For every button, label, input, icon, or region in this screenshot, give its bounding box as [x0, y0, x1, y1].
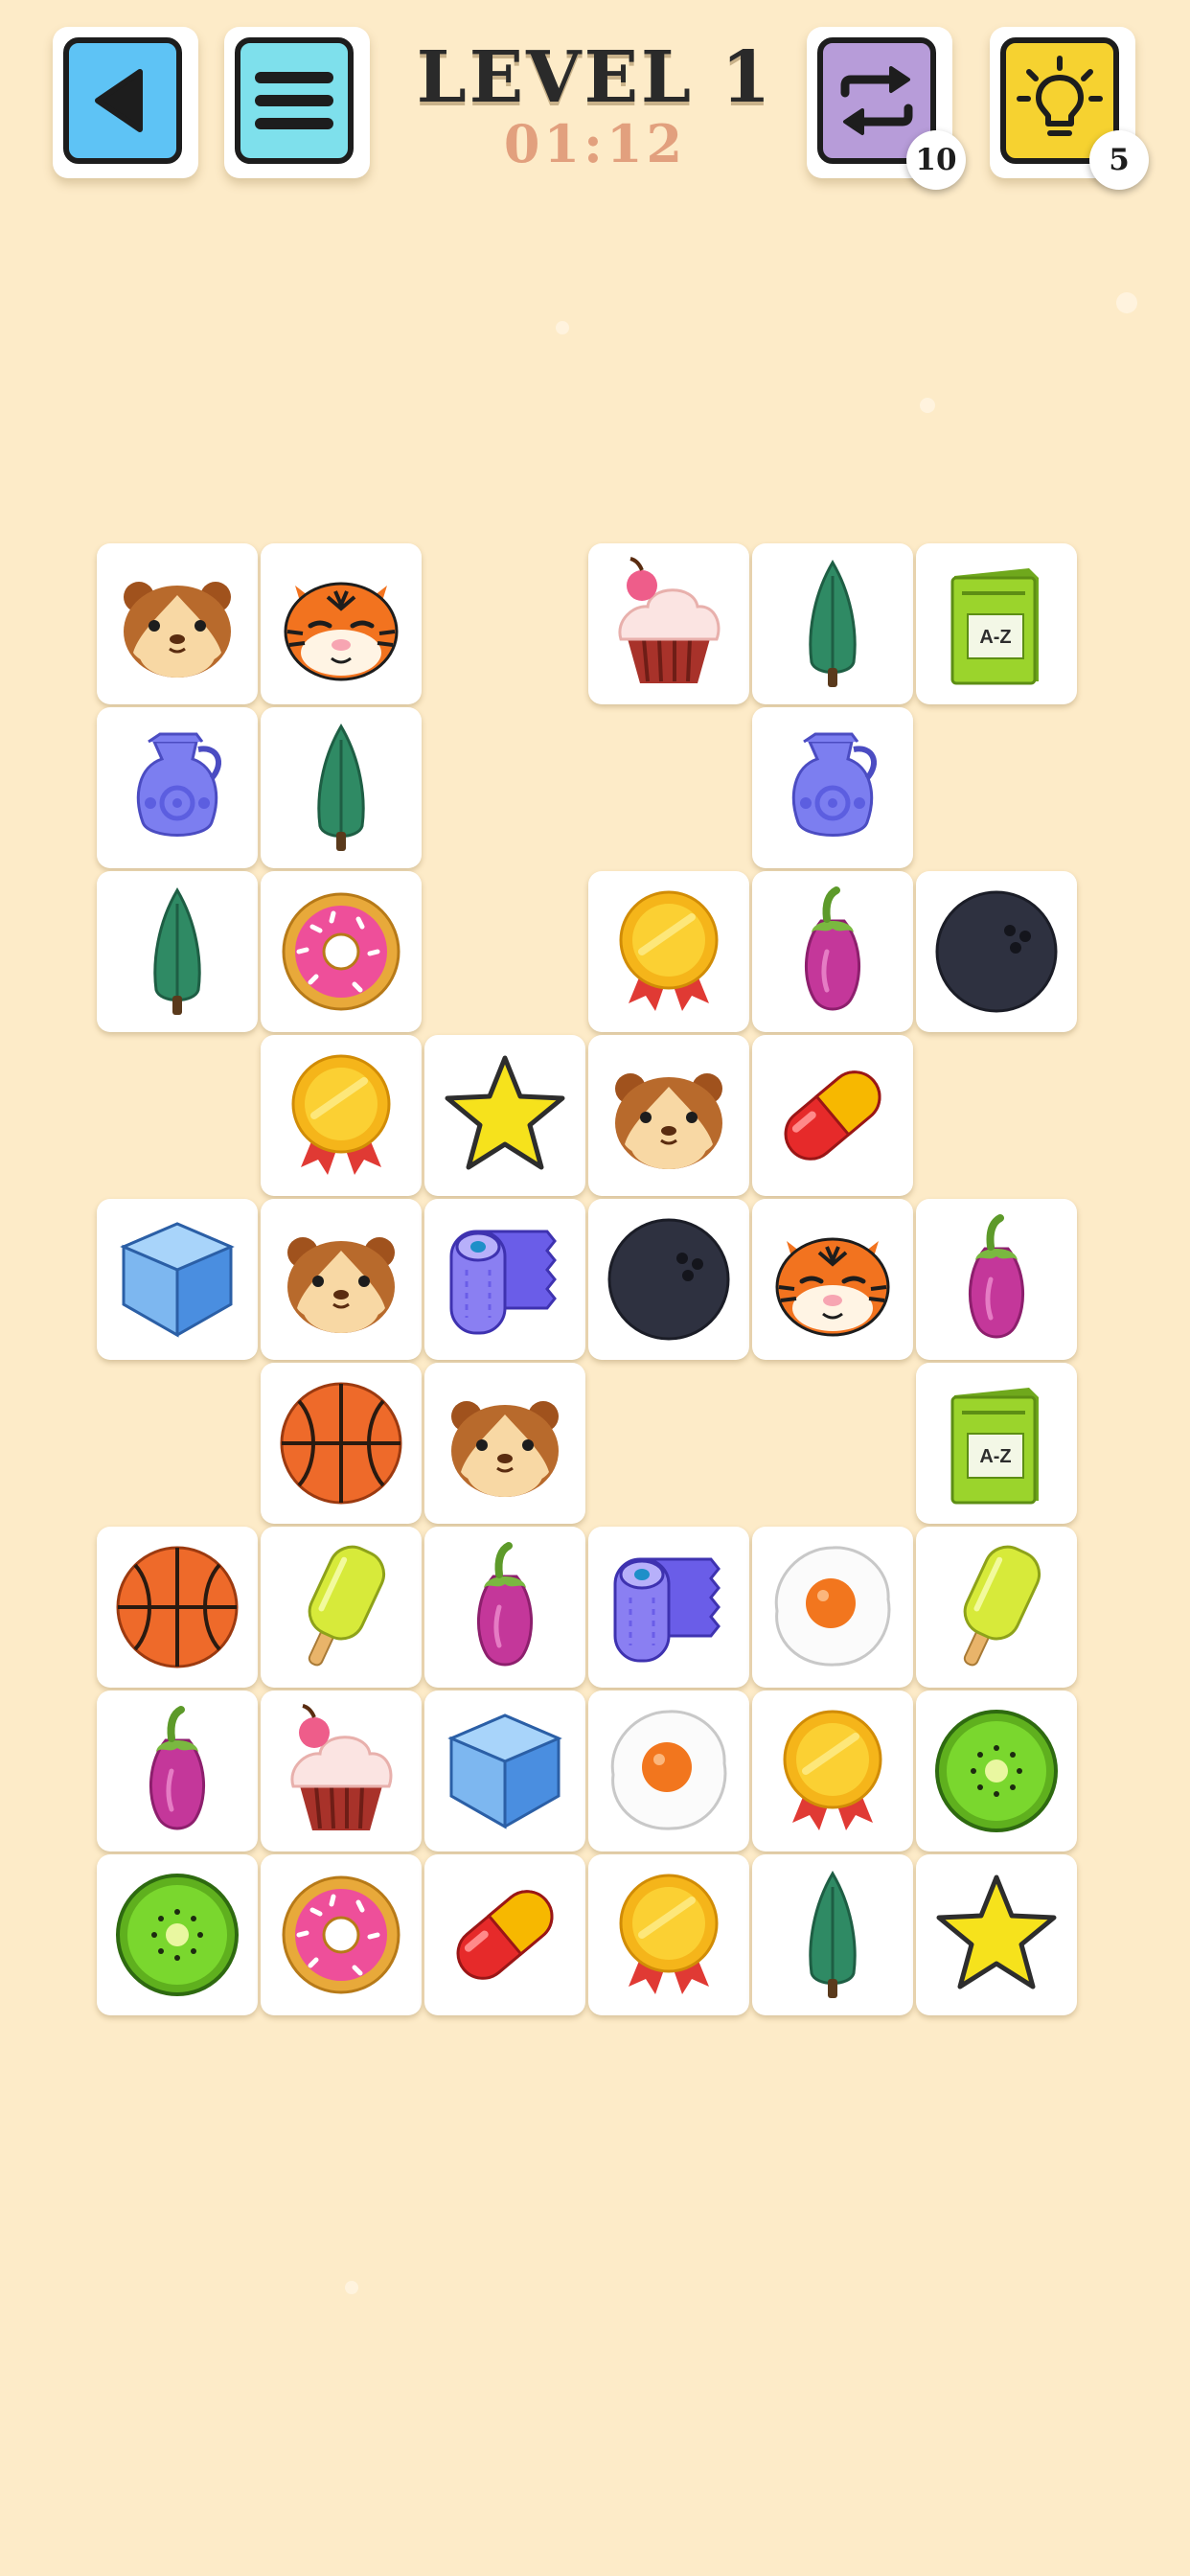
tile-cypress-tree[interactable] — [752, 1854, 913, 2015]
tile-medal[interactable] — [752, 1690, 913, 1852]
fried-egg-icon — [610, 1710, 727, 1830]
hamster-icon — [615, 1073, 722, 1169]
toilet-paper-icon — [449, 1230, 557, 1335]
tiger-icon — [284, 582, 399, 681]
tile-eggplant[interactable] — [97, 1690, 258, 1852]
tile-jug[interactable] — [97, 707, 258, 868]
pill-icon — [456, 1890, 554, 1980]
svg-text:A-Z: A-Z — [979, 627, 1011, 648]
popsicle-icon — [963, 1545, 1041, 1667]
tile-board: A-Z A-Z — [0, 0, 1190, 2576]
tile-hamster[interactable] — [97, 543, 258, 704]
tile-ice-cube[interactable] — [424, 1690, 585, 1852]
tile-bowling-ball[interactable] — [588, 1199, 749, 1360]
donut-icon — [282, 892, 400, 1011]
eggplant-icon — [149, 1706, 206, 1830]
tiger-icon — [775, 1237, 890, 1337]
eggplant-icon — [968, 1214, 1025, 1339]
medal-icon — [619, 1874, 719, 1994]
tile-pill[interactable] — [752, 1035, 913, 1196]
hamster-icon — [287, 1237, 395, 1333]
eggplant-icon — [476, 1542, 534, 1667]
ice-cube-icon — [447, 1714, 562, 1829]
tile-dictionary-book[interactable]: A-Z — [916, 543, 1077, 704]
star-icon — [936, 1874, 1057, 1990]
popsicle-icon — [308, 1545, 386, 1667]
hamster-icon — [124, 582, 231, 678]
tile-pill[interactable] — [424, 1854, 585, 2015]
kiwi-icon — [935, 1710, 1058, 1832]
donut-icon — [282, 1875, 400, 1994]
jug-icon — [136, 732, 221, 837]
tile-toilet-paper[interactable] — [424, 1199, 585, 1360]
cypress-tree-icon — [153, 887, 201, 1015]
tile-tiger[interactable] — [752, 1199, 913, 1360]
tile-popsicle[interactable] — [916, 1527, 1077, 1688]
tile-popsicle[interactable] — [261, 1527, 422, 1688]
tile-fried-egg[interactable] — [752, 1527, 913, 1688]
eggplant-icon — [804, 886, 861, 1011]
tile-star[interactable] — [916, 1854, 1077, 2015]
tile-kiwi[interactable] — [97, 1854, 258, 2015]
tile-cupcake[interactable] — [261, 1690, 422, 1852]
tile-tiger[interactable] — [261, 543, 422, 704]
tile-eggplant[interactable] — [424, 1527, 585, 1688]
medal-icon — [619, 890, 719, 1011]
medal-icon — [291, 1054, 391, 1175]
bowling-ball-icon — [935, 890, 1058, 1013]
tile-star[interactable] — [424, 1035, 585, 1196]
tile-medal[interactable] — [588, 1854, 749, 2015]
svg-text:A-Z: A-Z — [979, 1446, 1011, 1467]
kiwi-icon — [116, 1874, 239, 1996]
tile-fried-egg[interactable] — [588, 1690, 749, 1852]
tile-eggplant[interactable] — [752, 871, 913, 1032]
medal-icon — [783, 1710, 882, 1830]
tile-cypress-tree[interactable] — [261, 707, 422, 868]
tile-jug[interactable] — [752, 707, 913, 868]
cypress-tree-icon — [809, 1871, 857, 1998]
tile-basketball[interactable] — [97, 1527, 258, 1688]
ice-cube-icon — [120, 1222, 235, 1338]
star-icon — [445, 1055, 565, 1170]
tile-eggplant[interactable] — [916, 1199, 1077, 1360]
tile-ice-cube[interactable] — [97, 1199, 258, 1360]
toilet-paper-icon — [613, 1557, 721, 1663]
tile-basketball[interactable] — [261, 1363, 422, 1524]
cypress-tree-icon — [317, 724, 365, 851]
basketball-icon — [280, 1382, 402, 1505]
fried-egg-icon — [774, 1546, 891, 1667]
cupcake-icon — [618, 557, 721, 683]
tile-donut[interactable] — [261, 871, 422, 1032]
tile-hamster[interactable] — [261, 1199, 422, 1360]
dictionary-book-icon: A-Z — [950, 568, 1039, 685]
tile-medal[interactable] — [261, 1035, 422, 1196]
jug-icon — [791, 732, 877, 837]
tile-kiwi[interactable] — [916, 1690, 1077, 1852]
tile-hamster[interactable] — [424, 1363, 585, 1524]
tile-hamster[interactable] — [588, 1035, 749, 1196]
tile-cupcake[interactable] — [588, 543, 749, 704]
hamster-icon — [451, 1401, 559, 1497]
tile-cypress-tree[interactable] — [97, 871, 258, 1032]
tile-bowling-ball[interactable] — [916, 871, 1077, 1032]
tile-toilet-paper[interactable] — [588, 1527, 749, 1688]
cupcake-icon — [290, 1704, 393, 1830]
cypress-tree-icon — [809, 560, 857, 687]
tile-medal[interactable] — [588, 871, 749, 1032]
bowling-ball-icon — [607, 1218, 730, 1341]
tile-cypress-tree[interactable] — [752, 543, 913, 704]
dictionary-book-icon: A-Z — [950, 1388, 1039, 1505]
basketball-icon — [116, 1546, 239, 1668]
tile-donut[interactable] — [261, 1854, 422, 2015]
pill-icon — [784, 1070, 881, 1161]
tile-dictionary-book[interactable]: A-Z — [916, 1363, 1077, 1524]
